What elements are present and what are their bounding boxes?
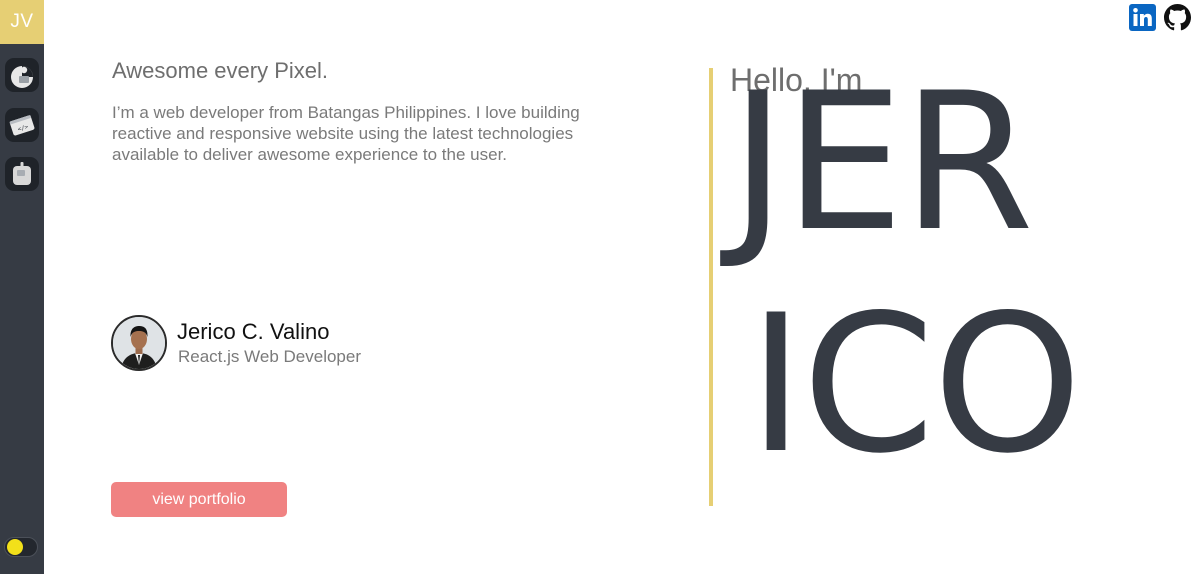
linkedin-link[interactable] [1129,4,1156,31]
projects-icon: </> [9,115,35,136]
avatar-photo [113,317,165,369]
hero-intro: I’m a web developer from Batangas Philip… [112,103,580,164]
theme-toggle[interactable] [4,537,38,557]
profile-name: Jerico C. Valino [177,319,330,344]
contact-nav-button[interactable] [5,157,39,191]
profile-role: React.js Web Developer [178,347,361,366]
name-line-1: JER [730,52,1034,273]
accent-divider [709,68,713,506]
linkedin-icon [1129,4,1156,31]
contact-icon [13,162,31,185]
theme-toggle-knob [7,539,23,555]
hero-headline: Awesome every Pixel. [112,58,329,83]
github-icon [1164,4,1191,31]
avatar [111,315,167,371]
home-nav-button[interactable] [5,58,39,92]
view-portfolio-button[interactable]: view portfolio [111,482,287,517]
github-link[interactable] [1164,4,1191,31]
sidebar: JV </> [0,0,44,574]
site-logo[interactable]: JV [0,0,44,44]
home-icon [11,66,33,88]
projects-nav-button[interactable]: </> [5,108,39,142]
name-line-2: ICO [748,274,1082,495]
